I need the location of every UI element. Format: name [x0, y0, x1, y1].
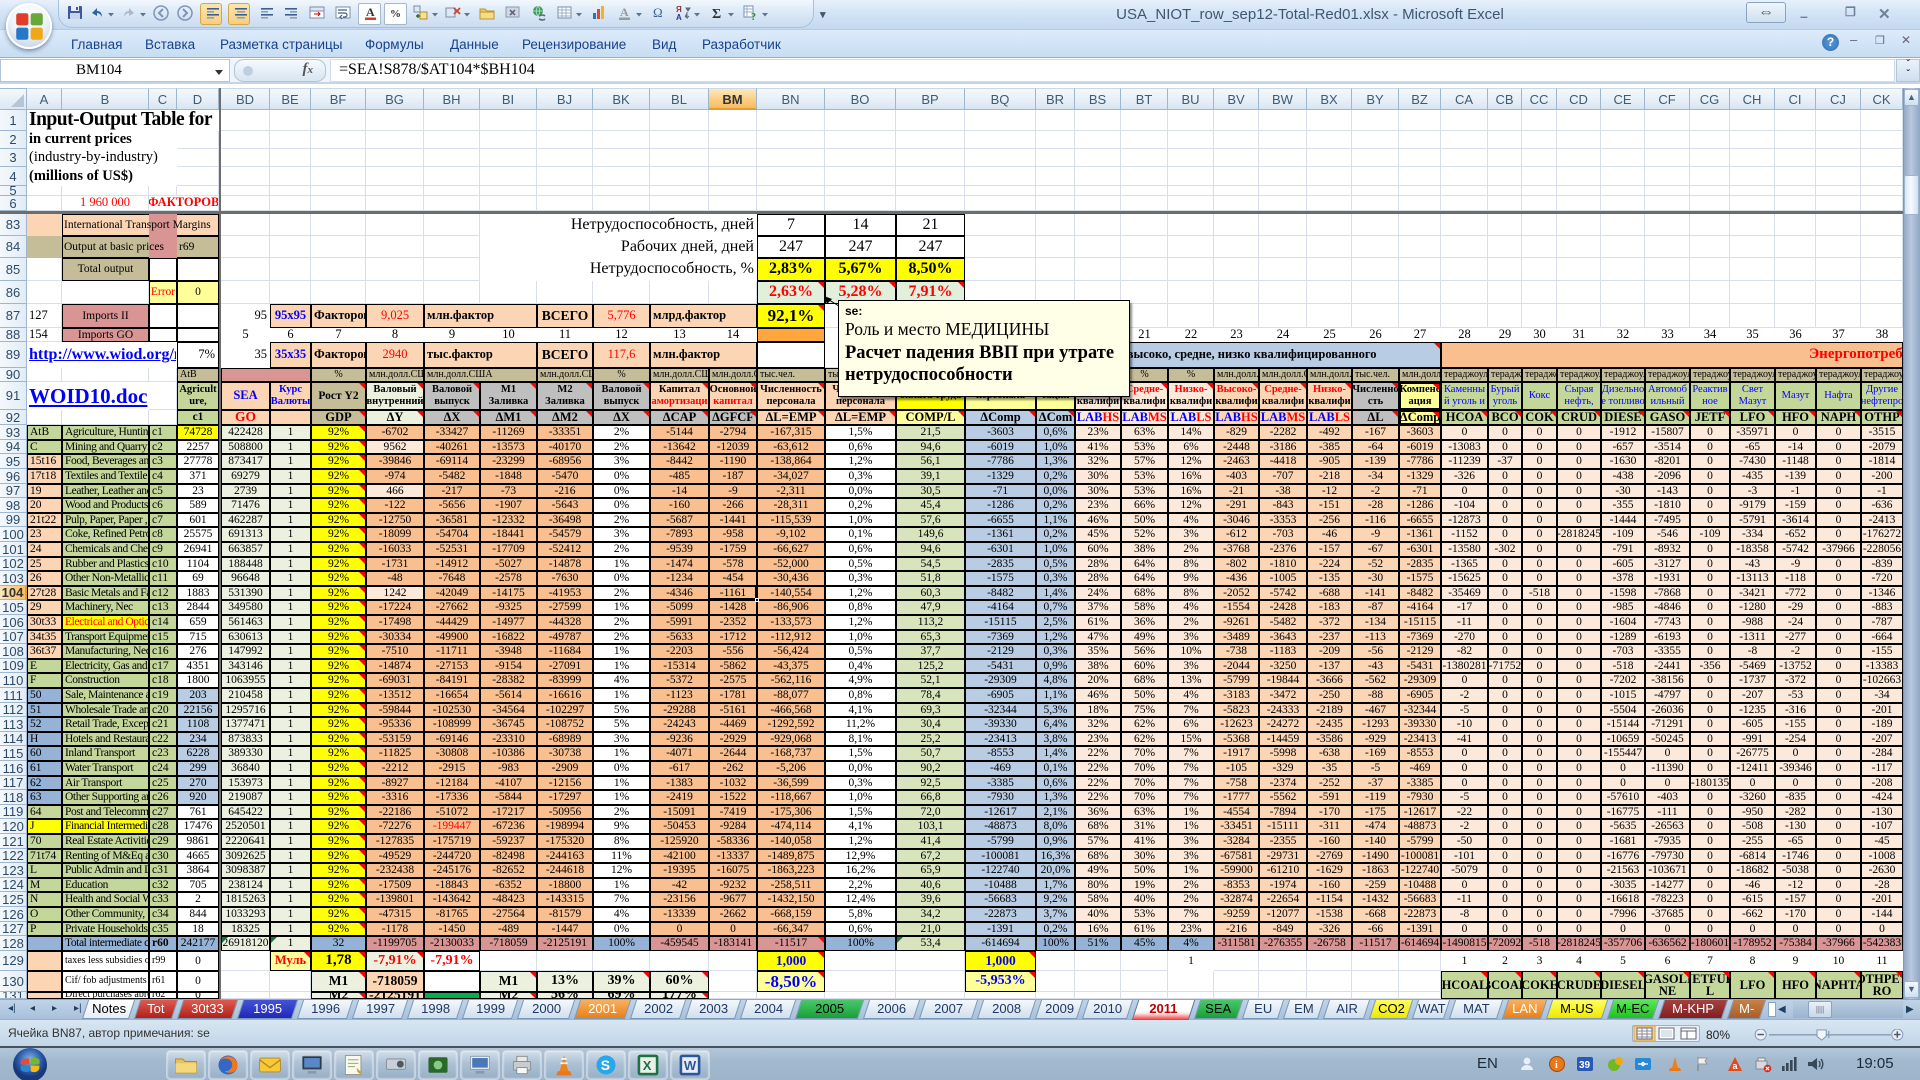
- svg-text:?: ?: [751, 12, 756, 22]
- svg-text:39: 39: [1579, 1060, 1591, 1071]
- svg-text:A: A: [676, 13, 682, 22]
- svg-text:A: A: [366, 5, 375, 19]
- svg-text:Ω: Ω: [653, 5, 663, 20]
- svg-text:X: X: [643, 1058, 652, 1073]
- svg-text:i: i: [1555, 1060, 1558, 1071]
- svg-text:A: A: [620, 5, 629, 19]
- svg-text:S: S: [601, 1057, 610, 1073]
- svg-text:W: W: [684, 1058, 697, 1073]
- svg-text:Σ: Σ: [712, 7, 721, 22]
- svg-text:%: %: [390, 8, 401, 20]
